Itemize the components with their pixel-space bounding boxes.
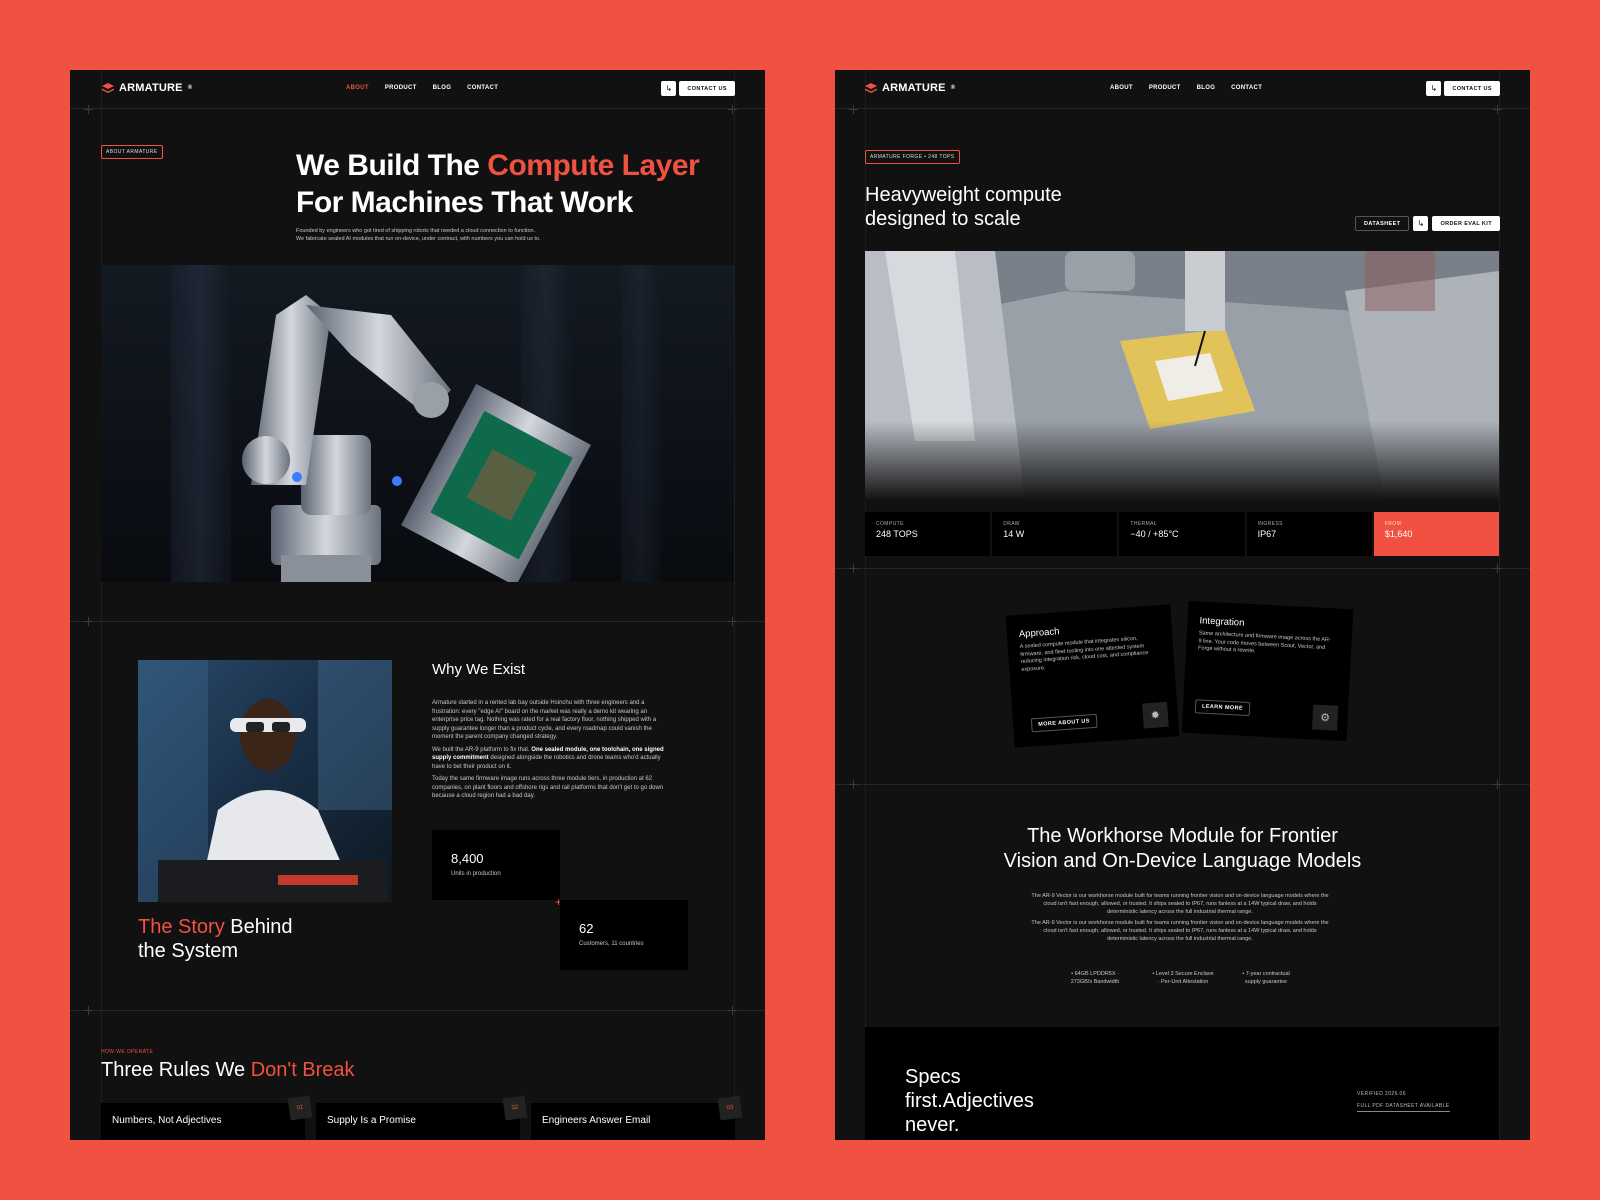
- about-page: ARMATURE ® ABOUT PRODUCT BLOG CONTACT ↳ C…: [70, 70, 765, 1140]
- workhorse-title: The Workhorse Module for Frontier Vision…: [1003, 825, 1362, 872]
- feature-item: • 64GB LPDDR5X · 273GB/s Bandwidth: [1070, 971, 1120, 985]
- product-title: Heavyweight compute designed to scale: [865, 184, 1062, 230]
- nav-product[interactable]: PRODUCT: [1149, 85, 1181, 91]
- spec-item: DRAW 14 W: [992, 512, 1118, 556]
- rule-card: Supply Is a Promise 02: [316, 1095, 528, 1140]
- top-nav: ARMATURE ® ABOUT PRODUCT BLOG CONTACT ↳ C…: [835, 70, 1530, 109]
- rules-eyebrow: HOW WE OPERATE: [101, 1049, 154, 1055]
- spec-strip: COMPUTE 248 TOPS DRAW 14 W THERMAL −40 /…: [865, 512, 1500, 556]
- gear-icon: ⚙: [1312, 704, 1339, 731]
- feature-item: • Level 3 Secure Enclave · Per-Unit Attes…: [1152, 971, 1214, 985]
- spec-item: INGRESS IP67: [1246, 512, 1372, 556]
- why-body: Armature started in a rented lab bay out…: [432, 699, 664, 801]
- contact-us-button[interactable]: CONTACT US: [679, 81, 735, 96]
- pdf-datasheet-link[interactable]: FULL PDF DATASHEET AVAILABLE: [1357, 1103, 1450, 1112]
- nav-links: ABOUT PRODUCT BLOG CONTACT: [346, 85, 498, 91]
- why-p2: We built the AR-9 platform to fix that. …: [432, 746, 664, 770]
- hero-subtitle: Founded by engineers who got tired of sh…: [296, 228, 541, 242]
- arrow-icon[interactable]: ↳: [1413, 216, 1429, 231]
- why-p3: Today the same firmware image runs acros…: [432, 776, 664, 799]
- nav-about[interactable]: ABOUT: [1110, 85, 1133, 91]
- more-about-us-button[interactable]: MORE ABOUT US: [1030, 713, 1098, 733]
- robot-arm-image: [101, 265, 734, 582]
- rule-card: Numbers, Not Adjectives 01: [101, 1095, 313, 1140]
- logo[interactable]: ARMATURE ®: [865, 82, 955, 94]
- arrow-icon[interactable]: ↳: [661, 81, 677, 96]
- why-heading: Why We Exist: [432, 661, 526, 678]
- spec-item: THERMAL −40 / +85°C: [1119, 512, 1245, 556]
- rules-title: Three Rules We Don't Break: [101, 1059, 355, 1081]
- nav-contact[interactable]: CONTACT: [1231, 85, 1262, 91]
- story-title: The Story Behind the System: [138, 916, 293, 962]
- product-tag: ARMATURE FORGE • 248 TOPS: [865, 150, 960, 164]
- product-actions: DATASHEET ↳ ORDER EVAL KIT: [1355, 216, 1500, 231]
- logo[interactable]: ARMATURE ®: [102, 82, 192, 94]
- chip-assembly-image: [865, 251, 1499, 501]
- spec-item: COMPUTE 248 TOPS: [865, 512, 991, 556]
- layers-icon: [102, 82, 114, 93]
- specs-first-headline: Specs first.Adjectives never.: [905, 1066, 1034, 1136]
- brand-name: ARMATURE: [882, 82, 946, 94]
- arrow-icon[interactable]: ↳: [1426, 81, 1442, 96]
- approach-card: Approach A sealed compute module that in…: [1005, 604, 1180, 748]
- top-nav: ARMATURE ® ABOUT PRODUCT BLOG CONTACT ↳ C…: [70, 70, 765, 109]
- nav-actions: ↳ CONTACT US: [1426, 81, 1500, 96]
- workhorse-features: • 64GB LPDDR5X · 273GB/s Bandwidth • Leve…: [1060, 970, 1296, 986]
- learn-more-button[interactable]: LEARN MORE: [1194, 699, 1251, 717]
- workhorse-body: The AR-9 Vector is our workhorse module …: [1031, 893, 1329, 942]
- nav-blog[interactable]: BLOG: [433, 85, 452, 91]
- nav-contact[interactable]: CONTACT: [467, 85, 498, 91]
- nav-blog[interactable]: BLOG: [1197, 85, 1216, 91]
- stat-customers: 62 Customers, 11 countries: [560, 900, 688, 970]
- product-page: ARMATURE ® ABOUT PRODUCT BLOG CONTACT ↳ C…: [835, 70, 1530, 1140]
- page-title: We Build The Compute Layer For Machines …: [296, 149, 700, 219]
- nav-actions: ↳ CONTACT US: [661, 81, 735, 96]
- engineer-image: [138, 660, 392, 902]
- stat-units: 8,400 Units in production: [432, 830, 560, 900]
- order-eval-kit-button[interactable]: ORDER EVAL KIT: [1432, 216, 1500, 231]
- nav-product[interactable]: PRODUCT: [385, 85, 417, 91]
- integration-card: Integration Same architecture and firmwa…: [1181, 600, 1354, 742]
- verified-label: VERIFIED 2026.06: [1357, 1091, 1406, 1097]
- datasheet-button[interactable]: DATASHEET: [1355, 216, 1410, 231]
- nav-about[interactable]: ABOUT: [346, 85, 369, 91]
- brand-name: ARMATURE: [119, 82, 183, 94]
- section-tag: ABOUT ARMATURE: [101, 145, 163, 159]
- rule-card: Engineers Answer Email 03: [531, 1095, 743, 1140]
- nav-links: ABOUT PRODUCT BLOG CONTACT: [1110, 85, 1262, 91]
- chip-icon: ✹: [1142, 701, 1169, 729]
- layers-icon: [865, 82, 877, 93]
- feature-item: • 7-year contractual supply guarantee: [1242, 971, 1290, 985]
- specs-first-banner: Specs first.Adjectives never. VERIFIED 2…: [865, 1027, 1499, 1140]
- spec-item-price: FROM $1,640: [1373, 512, 1500, 556]
- contact-us-button[interactable]: CONTACT US: [1444, 81, 1500, 96]
- why-p1: Armature started in a rented lab bay out…: [432, 700, 657, 740]
